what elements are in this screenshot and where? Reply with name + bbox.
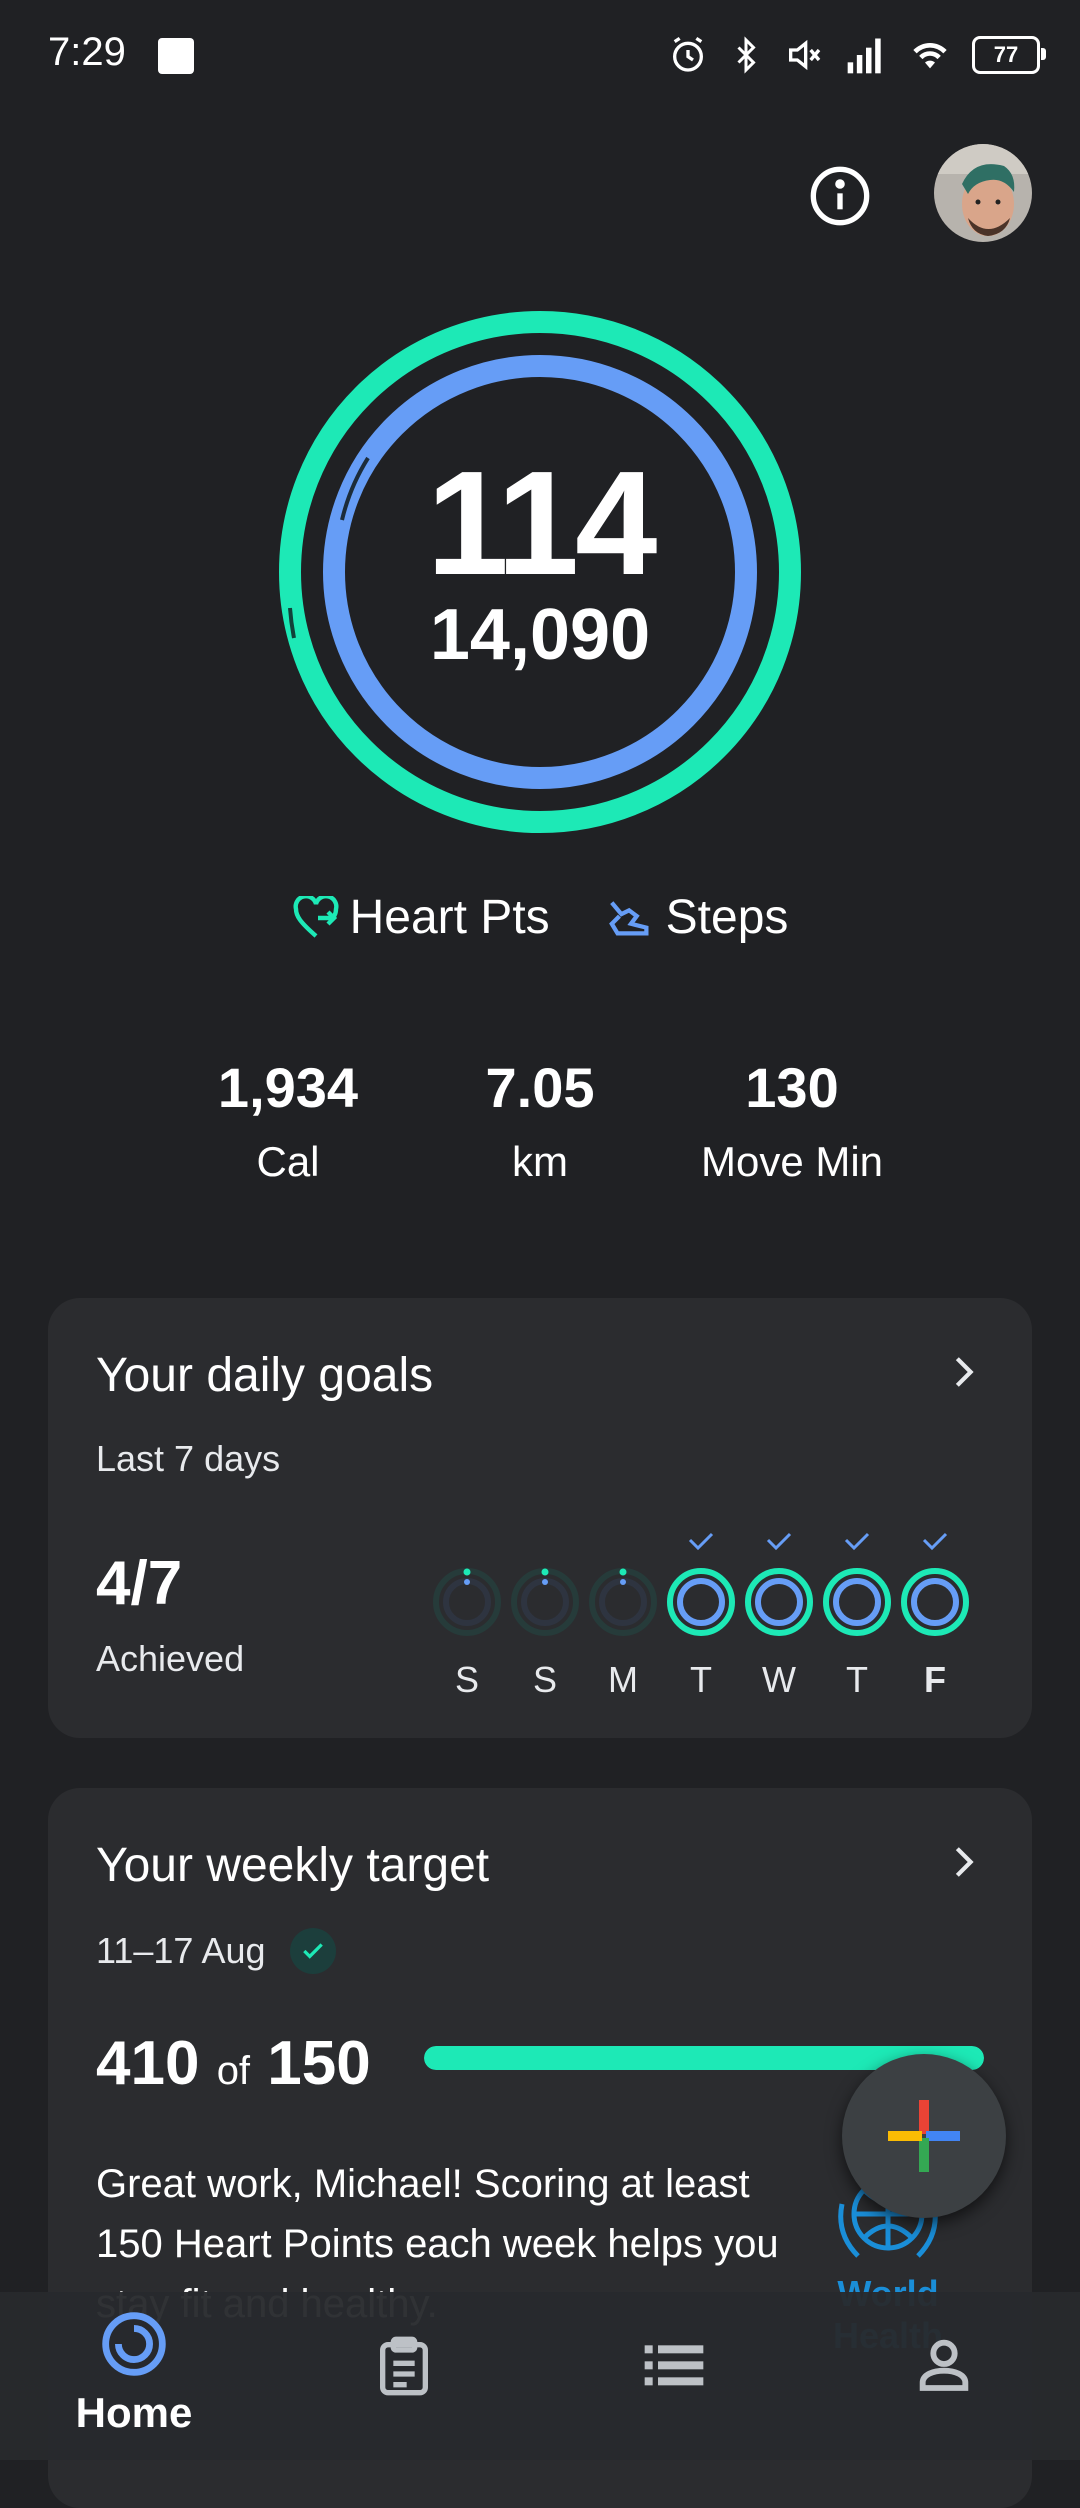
plus-icon	[888, 2100, 960, 2172]
day-ring-complete	[667, 1532, 735, 1636]
home-rings-icon	[102, 2312, 166, 2376]
daily-goals-week: SSMTWTF	[428, 1526, 988, 1706]
week-achieved-badge	[290, 1928, 336, 1974]
signal-icon	[847, 38, 881, 74]
achieved-label: Achieved	[96, 1638, 245, 1679]
day-ring-complete	[745, 1532, 813, 1636]
nav-home-label: Home	[75, 2389, 193, 2436]
nav-profile[interactable]	[844, 2332, 1044, 2401]
rings-legend: Heart Pts Steps	[0, 890, 1080, 945]
status-time: 7:29	[48, 30, 126, 74]
day-goal-5: T	[818, 1526, 896, 1701]
alarm-icon	[673, 36, 703, 72]
heart-icon	[293, 895, 339, 938]
wifi-icon	[913, 42, 947, 69]
heart-points-value: 114	[426, 441, 658, 607]
weekly-target-title: Your weekly target	[96, 1839, 490, 1892]
bluetooth-icon	[737, 36, 756, 74]
daily-goals-subtitle: Last 7 days	[96, 1438, 281, 1479]
distance-value: 7.05	[485, 1056, 595, 1119]
move-min-value: 130	[745, 1056, 839, 1119]
stat-calories: 1,934 Cal	[148, 1055, 428, 1186]
daily-goals-card[interactable]: Your daily goals Last 7 days 4/7 Achieve…	[48, 1298, 1032, 1738]
mute-icon	[789, 39, 821, 71]
nav-browse[interactable]	[574, 2336, 774, 2397]
list-icon	[644, 2345, 704, 2386]
day-letter: S	[454, 1659, 479, 1700]
chevron-right-icon[interactable]	[944, 1842, 984, 1882]
info-button[interactable]	[808, 164, 872, 228]
status-icons: 77	[668, 30, 1046, 80]
distance-label: km	[512, 1138, 568, 1185]
notification-icon	[158, 38, 194, 74]
day-goal-4: W	[740, 1526, 818, 1701]
daily-goals-title: Your daily goals	[96, 1349, 434, 1402]
legend-steps: Steps	[606, 890, 789, 945]
day-ring-incomplete	[433, 1568, 501, 1636]
battery-icon: 77	[972, 36, 1046, 74]
day-letter: S	[532, 1659, 557, 1700]
chevron-right-icon[interactable]	[944, 1352, 984, 1392]
achieved-count: 4/7	[96, 1549, 183, 1618]
bottom-navigation: Home	[0, 2292, 1080, 2460]
legend-heart-pts-label: Heart Pts	[349, 891, 550, 944]
shoe-icon	[608, 900, 649, 935]
day-goal-6: F	[896, 1526, 974, 1701]
day-letter: T	[846, 1659, 868, 1700]
info-icon	[810, 166, 870, 226]
stat-distance: 7.05 km	[400, 1055, 680, 1186]
week-date-range: 11–17 Aug	[96, 1930, 266, 1971]
nav-home[interactable]: Home	[34, 2310, 234, 2437]
day-ring-complete	[823, 1532, 891, 1636]
steps-value: 14,090	[429, 595, 651, 676]
ring-values: 114 14,090	[276, 308, 804, 836]
move-min-label: Move Min	[700, 1138, 884, 1185]
weekly-score-of: of	[216, 2049, 251, 2093]
stat-move-min: 130 Move Min	[652, 1055, 932, 1186]
day-letter: W	[762, 1659, 796, 1700]
weekly-score-target: 150	[267, 2029, 371, 2098]
day-ring-incomplete	[511, 1568, 579, 1636]
calories-value: 1,934	[217, 1056, 359, 1119]
clipboard-icon	[380, 2336, 428, 2396]
day-ring-incomplete	[589, 1568, 657, 1636]
weekly-score-value: 410	[96, 2029, 200, 2098]
day-goal-0: S	[428, 1526, 506, 1701]
day-letter: M	[608, 1659, 638, 1700]
legend-heart-pts: Heart Pts	[292, 890, 550, 945]
day-goal-2: M	[584, 1526, 662, 1701]
day-goal-1: S	[506, 1526, 584, 1701]
battery-level: 77	[993, 42, 1019, 67]
add-button[interactable]	[842, 2054, 1006, 2218]
legend-steps-label: Steps	[665, 891, 789, 944]
day-ring-complete	[901, 1532, 969, 1636]
calories-label: Cal	[256, 1138, 320, 1185]
person-icon	[919, 2339, 969, 2391]
weekly-score: 410 of 150	[96, 2028, 371, 2099]
nav-journal[interactable]	[304, 2334, 504, 2403]
day-goal-3: T	[662, 1526, 740, 1701]
status-bar: 7:29 77	[0, 0, 1080, 110]
day-letter: F	[924, 1659, 946, 1700]
avatar-image	[934, 144, 1032, 242]
day-letter: T	[690, 1659, 712, 1700]
avatar[interactable]	[934, 144, 1032, 242]
check-icon	[303, 1943, 323, 1959]
